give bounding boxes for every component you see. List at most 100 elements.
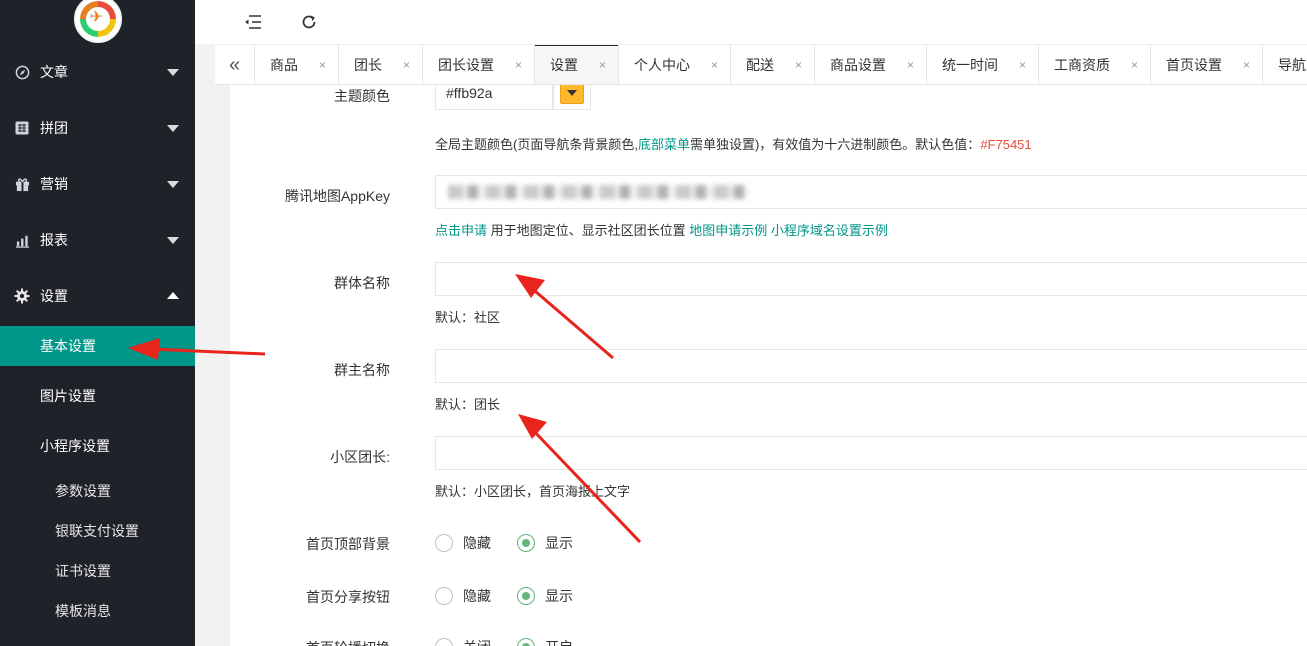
tab-delivery[interactable]: 配送 × bbox=[731, 45, 815, 84]
sidebar-item-label: 模板消息 bbox=[55, 603, 111, 619]
close-icon[interactable]: × bbox=[899, 58, 914, 72]
close-icon[interactable]: × bbox=[311, 58, 326, 72]
community-leader-label: 小区团长: bbox=[330, 449, 390, 465]
owner-name-label: 群主名称 bbox=[334, 362, 390, 378]
theme-color-value: #ffb92a bbox=[446, 85, 493, 101]
chevron-down-icon bbox=[167, 69, 179, 76]
tab-leader-settings[interactable]: 团长设置 × bbox=[423, 45, 535, 84]
chevron-down-icon bbox=[167, 125, 179, 132]
radio-hide[interactable] bbox=[435, 534, 453, 552]
tab-label: 商品设置 bbox=[830, 57, 886, 73]
radio-label: 显示 bbox=[545, 588, 573, 604]
radio-show[interactable] bbox=[517, 534, 535, 552]
sidebar-item-certificate-settings[interactable]: 证书设置 bbox=[0, 551, 195, 591]
close-icon[interactable]: × bbox=[1235, 58, 1250, 72]
tab-label: 团长设置 bbox=[438, 57, 494, 73]
sidebar-item-label: 拼团 bbox=[40, 120, 68, 136]
sidebar-item-label: 文章 bbox=[40, 64, 68, 80]
sidebar-item-template-message[interactable]: 模板消息 bbox=[0, 591, 195, 631]
sidebar-item-articles[interactable]: 文章 bbox=[0, 44, 195, 100]
close-icon[interactable]: × bbox=[787, 58, 802, 72]
community-leader-input[interactable] bbox=[435, 436, 1307, 470]
refresh-icon[interactable] bbox=[298, 11, 320, 33]
home-share-btn-radios: 隐藏 显示 bbox=[435, 586, 599, 606]
color-picker-button[interactable] bbox=[553, 85, 591, 110]
sidebar-item-label: 小程序设置 bbox=[40, 438, 110, 454]
sidebar-item-param-settings[interactable]: 参数设置 bbox=[0, 471, 195, 511]
bottom-menu-link[interactable]: 底部菜单 bbox=[638, 137, 690, 152]
sidebar-item-marketing[interactable]: 营销 bbox=[0, 156, 195, 212]
tab-leader[interactable]: 团长 × bbox=[339, 45, 423, 84]
hint-text: 全局主题颜色(页面导航条背景颜色, bbox=[435, 137, 638, 152]
owner-name-hint: 默认：团长 bbox=[435, 397, 501, 412]
home-top-bg-label: 首页顶部背景 bbox=[306, 536, 390, 552]
apply-link[interactable]: 点击申请 bbox=[435, 223, 487, 238]
sidebar-item-label: 参数设置 bbox=[55, 483, 111, 499]
close-icon[interactable]: × bbox=[1011, 58, 1026, 72]
home-carousel-label: 首页轮播切换 bbox=[230, 638, 390, 646]
page-tabs: « 商品 × 团长 × 团长设置 × 设置 × 个人中心 × 配送 × 商品设置 × 统一时间… bbox=[215, 44, 1307, 85]
sidebar-item-reports[interactable]: 报表 bbox=[0, 212, 195, 268]
close-icon[interactable]: × bbox=[395, 58, 410, 72]
collapse-menu-icon[interactable] bbox=[242, 11, 264, 33]
close-icon[interactable]: × bbox=[1123, 58, 1138, 72]
sidebar-item-label: 营销 bbox=[40, 176, 68, 192]
radio-show[interactable] bbox=[517, 587, 535, 605]
top-header bbox=[195, 0, 1307, 44]
sidebar-item-label: 银联支付设置 bbox=[55, 523, 139, 539]
sidebar: ✈ 文章 拼团 营销 报表 设置 基本设置 图片设置 小程序设置 参数设置 银联… bbox=[0, 0, 195, 646]
tab-label: 商品 bbox=[270, 57, 298, 73]
close-icon[interactable]: × bbox=[591, 58, 606, 72]
radio-hide[interactable] bbox=[435, 587, 453, 605]
gear-icon bbox=[14, 288, 30, 304]
radio-label: 开启 bbox=[545, 637, 573, 646]
tab-navigation[interactable]: 导航 bbox=[1263, 45, 1307, 84]
sidebar-item-settings[interactable]: 设置 bbox=[0, 268, 195, 324]
theme-color-input[interactable]: #ffb92a bbox=[435, 85, 553, 110]
radio-off[interactable] bbox=[435, 638, 453, 646]
owner-name-input[interactable] bbox=[435, 349, 1307, 383]
redacted-appkey bbox=[448, 185, 748, 199]
radio-label: 显示 bbox=[545, 535, 573, 551]
hint-text: 用于地图定位、显示社区团长位置 bbox=[487, 223, 690, 238]
home-share-btn-label: 首页分享按钮 bbox=[306, 589, 390, 605]
compass-icon bbox=[14, 64, 30, 80]
sidebar-item-miniprogram-settings[interactable]: 小程序设置 bbox=[0, 421, 195, 471]
close-icon[interactable]: × bbox=[507, 58, 522, 72]
sidebar-item-group-buy[interactable]: 拼团 bbox=[0, 100, 195, 156]
tab-settings[interactable]: 设置 × bbox=[535, 45, 619, 84]
settings-form: 主题颜色 #ffb92a 全局主题颜色(页面导航条背景颜色,底部菜单需单独设置)… bbox=[230, 85, 1307, 646]
tab-products[interactable]: 商品 × bbox=[255, 45, 339, 84]
tab-label: 配送 bbox=[746, 57, 774, 73]
tab-label: 个人中心 bbox=[634, 57, 690, 73]
tab-home-settings[interactable]: 首页设置 × bbox=[1151, 45, 1263, 84]
sidebar-item-unionpay-settings[interactable]: 银联支付设置 bbox=[0, 511, 195, 551]
tab-product-settings[interactable]: 商品设置 × bbox=[815, 45, 927, 84]
tab-personal-center[interactable]: 个人中心 × bbox=[619, 45, 731, 84]
puzzle-icon bbox=[14, 120, 30, 136]
map-appkey-input[interactable] bbox=[435, 175, 1307, 209]
tab-label: 设置 bbox=[550, 57, 578, 73]
domain-example-link[interactable]: 小程序域名设置示例 bbox=[771, 223, 888, 238]
close-icon[interactable]: × bbox=[703, 58, 718, 72]
chevron-down-icon bbox=[167, 237, 179, 244]
color-dropdown-icon bbox=[560, 85, 584, 104]
home-carousel-radios: 关闭 开启 bbox=[435, 637, 599, 646]
gift-icon bbox=[14, 176, 30, 192]
group-name-input[interactable] bbox=[435, 262, 1307, 296]
tab-business-qualification[interactable]: 工商资质 × bbox=[1039, 45, 1151, 84]
radio-on[interactable] bbox=[517, 638, 535, 646]
sidebar-item-label: 证书设置 bbox=[55, 563, 111, 579]
tabs-scroll-left-icon[interactable]: « bbox=[215, 45, 255, 84]
tab-label: 团长 bbox=[354, 57, 382, 73]
tab-unified-time[interactable]: 统一时间 × bbox=[927, 45, 1039, 84]
chart-icon bbox=[14, 232, 30, 248]
chevron-up-icon bbox=[167, 292, 179, 299]
app-logo[interactable]: ✈ bbox=[73, 0, 122, 43]
sidebar-item-basic-settings[interactable]: 基本设置 bbox=[0, 326, 195, 366]
sidebar-item-image-settings[interactable]: 图片设置 bbox=[0, 376, 195, 416]
sidebar-item-label: 图片设置 bbox=[40, 388, 96, 404]
group-name-hint: 默认：社区 bbox=[435, 310, 501, 325]
tab-label: 导航 bbox=[1278, 57, 1306, 73]
map-example-link[interactable]: 地图申请示例 bbox=[689, 223, 767, 238]
